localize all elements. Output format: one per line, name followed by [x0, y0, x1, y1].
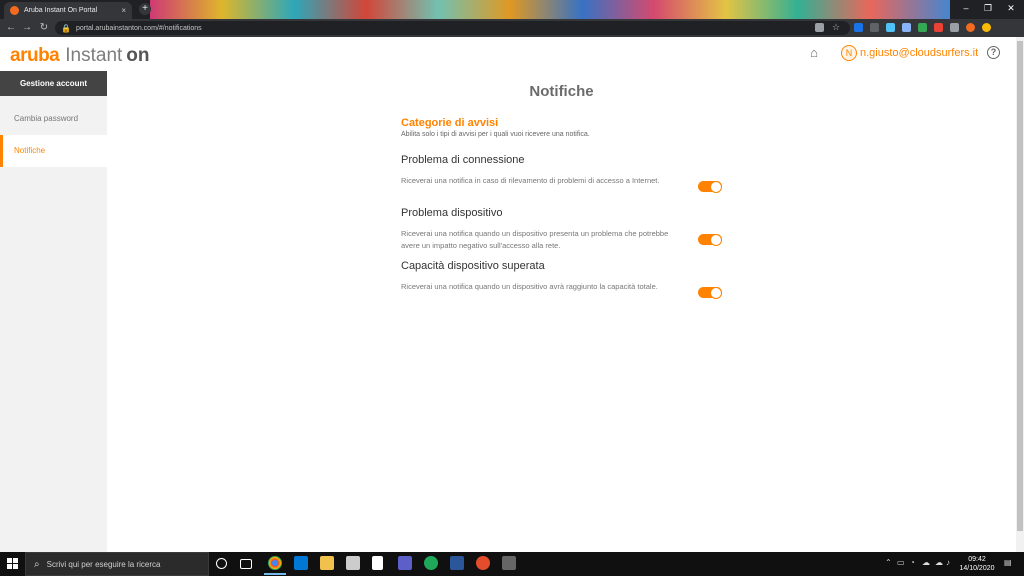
- connection-problem-toggle[interactable]: [698, 180, 722, 193]
- extension-icon-2[interactable]: [870, 23, 879, 32]
- category-name: Capacità dispositivo superata: [401, 260, 545, 272]
- forward-button[interactable]: →: [20, 21, 34, 35]
- extension-icon-6[interactable]: [934, 23, 943, 32]
- store-icon[interactable]: [346, 556, 360, 570]
- page-scrollbar[interactable]: [1016, 37, 1024, 552]
- extension-icon-4[interactable]: [902, 23, 911, 32]
- profile-icon[interactable]: [966, 23, 975, 32]
- category-description: Riceverai una notifica quando un disposi…: [401, 282, 658, 291]
- category-description: Riceverai una notifica in caso di rileva…: [401, 176, 660, 185]
- tray-chevron-icon[interactable]: ⌃: [885, 558, 892, 567]
- update-icon[interactable]: [982, 23, 991, 32]
- back-button[interactable]: ←: [4, 21, 18, 35]
- tab-title: Aruba Instant On Portal: [24, 7, 98, 14]
- section-subtitle: Abilita solo i tipi di avvisi per i qual…: [401, 131, 590, 138]
- browser-tab[interactable]: Aruba Instant On Portal ×: [4, 2, 132, 19]
- outlook-taskbar-icon[interactable]: [294, 556, 308, 570]
- app-icon-red[interactable]: [476, 556, 490, 570]
- category-device-problem: Problema dispositivo Riceverai una notif…: [401, 207, 731, 252]
- toggle-knob: [710, 286, 722, 299]
- category-name: Problema di connessione: [401, 154, 525, 166]
- chrome-taskbar-icon[interactable]: [264, 556, 286, 575]
- home-icon[interactable]: ⌂: [807, 46, 821, 60]
- notifications-icon[interactable]: ▤: [1004, 558, 1012, 567]
- windows-taskbar: ⌕ Scrivi qui per eseguire la ricerca ⌃ ▭…: [0, 552, 1024, 576]
- extension-icon-5[interactable]: [918, 23, 927, 32]
- aruba-favicon-icon: [10, 6, 19, 15]
- tab-close-icon[interactable]: ×: [121, 6, 126, 15]
- edge-icon[interactable]: [424, 556, 438, 570]
- browser-theme-artwork: [150, 0, 950, 19]
- search-icon: ⌕: [34, 558, 40, 570]
- address-bar[interactable]: 🔒 portal.arubainstanton.com/#/notificati…: [55, 21, 850, 35]
- app-header: aruba Instant on ⌂ N n.giusto@cloudsurfe…: [0, 37, 1016, 71]
- battery-icon[interactable]: ▭: [897, 558, 905, 567]
- taskbar-clock[interactable]: 09:42 14/10/2020: [957, 555, 997, 573]
- scrollbar-thumb[interactable]: [1017, 41, 1023, 531]
- sidebar-item-notifiche[interactable]: Notifiche: [0, 135, 107, 167]
- logo-brand: aruba: [10, 45, 60, 66]
- category-description: Riceverai una notifica quando un disposi…: [401, 229, 669, 250]
- taskbar-search-placeholder: Scrivi qui per eseguire la ricerca: [46, 559, 161, 569]
- app-icon-badge[interactable]: [502, 556, 516, 570]
- category-name: Problema dispositivo: [401, 207, 503, 219]
- lock-icon: 🔒: [61, 23, 71, 33]
- toggle-knob: [710, 233, 722, 246]
- notepad-icon[interactable]: [372, 556, 383, 570]
- capacity-exceeded-toggle[interactable]: [698, 286, 722, 299]
- device-problem-toggle[interactable]: [698, 233, 722, 246]
- toggle-knob: [710, 180, 722, 193]
- aruba-instant-on-logo[interactable]: aruba Instant on: [10, 45, 150, 67]
- word-icon[interactable]: [450, 556, 464, 570]
- sidebar-title: Gestione account: [0, 71, 107, 96]
- new-tab-button[interactable]: +: [139, 3, 151, 15]
- taskbar-search-box[interactable]: ⌕ Scrivi qui per eseguire la ricerca: [25, 552, 209, 576]
- address-url: portal.arubainstanton.com/#/notification…: [75, 24, 202, 32]
- sidebar-item-cambia-password[interactable]: Cambia password: [0, 103, 107, 135]
- window-minimize-button[interactable]: –: [955, 0, 977, 19]
- teams-icon[interactable]: [398, 556, 412, 570]
- extension-icon-3[interactable]: [886, 23, 895, 32]
- avatar[interactable]: N: [841, 45, 857, 61]
- category-connection-problem: Problema di connessione Riceverai una no…: [401, 154, 731, 187]
- onedrive-icon[interactable]: ☁: [935, 558, 943, 567]
- page-title: Notifiche: [529, 83, 594, 100]
- logo-on: on: [126, 45, 150, 66]
- file-explorer-icon[interactable]: [320, 556, 334, 570]
- reload-button[interactable]: ↻: [37, 21, 51, 35]
- extensions-puzzle-icon[interactable]: [950, 23, 959, 32]
- bookmark-star-icon[interactable]: ☆: [832, 23, 841, 32]
- cloud-icon[interactable]: ☁: [922, 558, 930, 567]
- browser-tab-bar: Aruba Instant On Portal × + – ❐ ✕: [0, 0, 1024, 19]
- user-email-link[interactable]: n.giusto@cloudsurfers.it: [860, 47, 978, 59]
- clock-date: 14/10/2020: [959, 565, 995, 572]
- clock-time: 09:42: [968, 556, 986, 563]
- task-view-icon[interactable]: [240, 559, 252, 569]
- cortana-icon[interactable]: [216, 558, 227, 569]
- windows-start-icon[interactable]: [7, 558, 19, 570]
- main-content: Notifiche Categorie di avvisi Abilita so…: [107, 71, 1016, 552]
- category-capacity-exceeded: Capacità dispositivo superata Riceverai …: [401, 260, 731, 293]
- volume-icon[interactable]: ♪: [946, 558, 950, 567]
- translate-icon[interactable]: [815, 23, 824, 32]
- window-maximize-button[interactable]: ❐: [977, 0, 999, 19]
- logo-product: Instant: [65, 45, 123, 66]
- help-icon[interactable]: ?: [987, 46, 1000, 59]
- extension-icon-1[interactable]: [854, 23, 863, 32]
- window-close-button[interactable]: ✕: [1000, 0, 1022, 19]
- browser-toolbar: ← → ↻ 🔒 portal.arubainstanton.com/#/noti…: [0, 19, 1024, 37]
- sidebar: Gestione account Cambia password Notific…: [0, 71, 107, 552]
- wifi-icon[interactable]: ◔: [910, 558, 915, 567]
- section-title: Categorie di avvisi: [401, 117, 499, 129]
